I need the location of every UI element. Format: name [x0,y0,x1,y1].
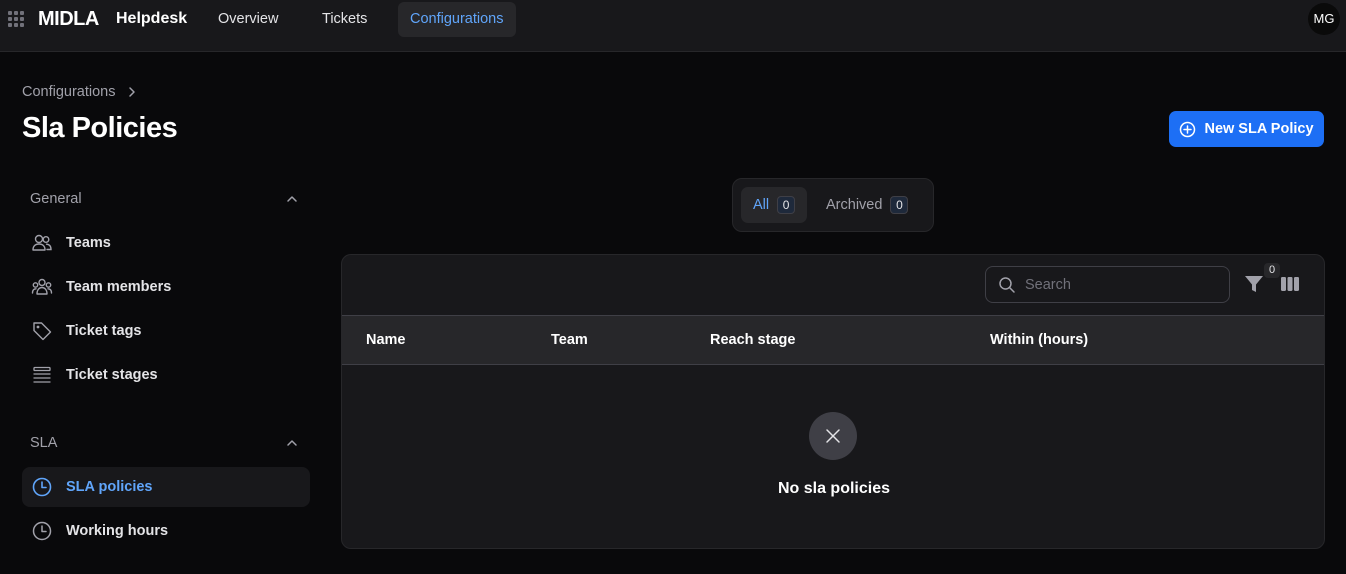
sidebar-item-teams[interactable]: Teams [22,223,310,263]
column-header-reach-stage[interactable]: Reach stage [710,332,795,348]
sidebar-item-label: Team members [66,279,172,295]
nav-configurations[interactable]: Configurations [398,2,516,37]
table-header-row: Name Team Reach stage Within (hours) [342,315,1324,365]
nav-overview[interactable]: Overview [206,2,290,37]
empty-state-x-icon [809,412,857,460]
plus-circle-icon [1180,121,1196,137]
sidebar-item-ticket-tags[interactable]: Ticket tags [22,311,310,351]
tab-count-badge: 0 [890,196,909,214]
user-group-icon [31,276,53,298]
tab-all[interactable]: All 0 [741,187,808,223]
filter-count-badge: 0 [1264,263,1280,278]
apps-grid-icon[interactable] [8,11,24,27]
filter-icon[interactable] [1243,273,1265,295]
breadcrumb: Configurations [22,84,138,100]
sidebar-section-general[interactable]: General [30,191,82,207]
chevron-up-icon[interactable] [285,192,299,206]
sla-policies-table: 0 Name Team Reach stage Within (hours) N… [341,254,1325,549]
column-header-name[interactable]: Name [366,332,406,348]
tab-label: All [753,197,770,213]
sidebar-item-working-hours[interactable]: Working hours [22,511,310,551]
tag-icon [31,320,53,342]
product-name: Helpdesk [116,10,188,27]
top-navigation-bar: MIDLA Helpdesk Overview Tickets Configur… [0,0,1346,52]
search-input[interactable] [1025,276,1215,293]
chevron-up-icon[interactable] [285,436,299,450]
clock-icon [31,520,53,542]
tab-count-badge: 0 [777,196,796,214]
chevron-right-icon [128,87,135,97]
list-icon [31,364,53,386]
breadcrumb-configurations[interactable]: Configurations [22,84,116,100]
sidebar-item-ticket-stages[interactable]: Ticket stages [22,355,310,395]
search-box[interactable] [985,266,1230,303]
sidebar-item-label: Ticket stages [66,367,158,383]
nav-tickets[interactable]: Tickets [310,2,379,37]
status-tabs: All 0 Archived 0 [732,178,934,232]
sidebar-item-label: SLA policies [66,479,153,495]
clock-icon [31,476,53,498]
sidebar-item-team-members[interactable]: Team members [22,267,310,307]
column-header-team[interactable]: Team [551,332,588,348]
sidebar-item-label: Ticket tags [66,323,142,339]
column-header-within-hours[interactable]: Within (hours) [990,332,1088,348]
sidebar-section-sla[interactable]: SLA [30,435,57,451]
sidebar-item-label: Working hours [66,523,169,539]
page-title: Sla Policies [22,112,178,144]
empty-state-message: No sla policies [777,480,891,497]
search-icon [999,276,1015,293]
columns-icon[interactable] [1280,275,1300,293]
new-sla-policy-label: New SLA Policy [1204,121,1314,137]
tab-label: Archived [826,197,883,213]
new-sla-policy-button[interactable]: New SLA Policy [1169,111,1324,147]
tab-archived[interactable]: Archived 0 [814,187,920,223]
sidebar-item-sla-policies[interactable]: SLA policies [22,467,310,507]
users-icon [31,232,53,254]
brand-logo[interactable]: MIDLA [38,8,99,31]
user-avatar[interactable]: MG [1308,3,1340,35]
sidebar-item-label: Teams [66,235,111,251]
